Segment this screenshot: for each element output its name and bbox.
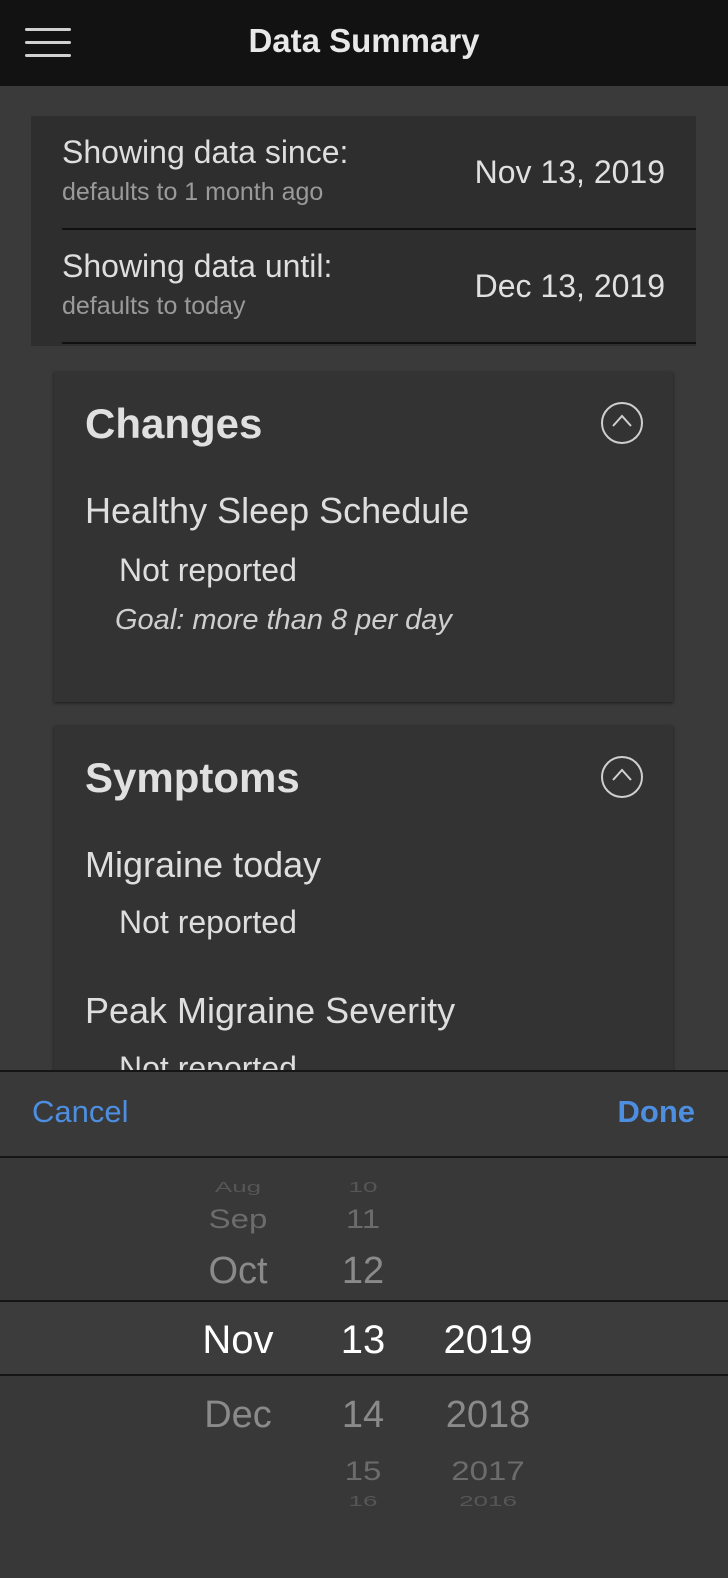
item-name: Peak Migraine Severity — [85, 990, 456, 1031]
year-option[interactable]: 2018 — [428, 1394, 548, 1437]
day-option[interactable]: 16 — [323, 1493, 403, 1510]
cancel-button[interactable]: Cancel — [32, 1094, 129, 1130]
year-option[interactable]: 2016 — [428, 1493, 548, 1510]
symptoms-card: Symptoms Migraine today Not reported Pea… — [54, 726, 673, 1086]
chevron-up-circle-icon[interactable] — [601, 756, 643, 798]
picker-wheels[interactable]: Aug Sep Oct Nov Dec 10 11 12 13 14 15 16… — [0, 1158, 728, 1578]
month-option[interactable]: Sep — [178, 1203, 298, 1234]
day-option[interactable]: 10 — [323, 1179, 403, 1196]
month-option[interactable]: Oct — [178, 1250, 298, 1293]
year-selected[interactable]: 2019 — [428, 1318, 548, 1363]
month-selected[interactable]: Nov — [178, 1318, 298, 1363]
day-selected[interactable]: 13 — [323, 1318, 403, 1363]
picker-toolbar: Cancel Done — [0, 1070, 728, 1158]
row-divider — [62, 342, 696, 344]
day-option[interactable]: 12 — [323, 1250, 403, 1293]
card-title-symptoms: Symptoms — [85, 754, 300, 801]
until-label: Showing data until: — [62, 248, 333, 284]
day-option[interactable]: 11 — [323, 1203, 403, 1234]
done-button[interactable]: Done — [618, 1094, 696, 1130]
item-goal: Goal: more than 8 per day — [115, 604, 452, 636]
date-picker: Cancel Done Aug Sep Oct Nov Dec 10 11 12… — [0, 1070, 728, 1578]
card-title-changes: Changes — [85, 400, 263, 447]
nav-bar: Data Summary — [0, 0, 728, 86]
chevron-up-circle-icon[interactable] — [601, 402, 643, 444]
changes-card: Changes Healthy Sleep Schedule Not repor… — [54, 372, 673, 702]
page-title: Data Summary — [248, 22, 480, 59]
until-date-value[interactable]: Dec 13, 2019 — [475, 268, 665, 305]
day-option[interactable]: 15 — [323, 1455, 403, 1486]
since-date-value[interactable]: Nov 13, 2019 — [475, 154, 665, 191]
year-option[interactable]: 2017 — [428, 1455, 548, 1486]
month-option[interactable]: Dec — [178, 1394, 298, 1437]
until-date-row[interactable]: Showing data until: defaults to today De… — [31, 230, 696, 344]
day-option[interactable]: 14 — [323, 1394, 403, 1437]
since-date-row[interactable]: Showing data since: defaults to 1 month … — [31, 116, 696, 230]
date-range-panel: Showing data since: defaults to 1 month … — [31, 116, 696, 346]
item-name: Migraine today — [85, 844, 322, 885]
month-option[interactable]: Aug — [178, 1179, 298, 1196]
item-status: Not reported — [119, 904, 297, 940]
item-status: Not reported — [119, 552, 297, 588]
until-sublabel: defaults to today — [62, 292, 246, 320]
since-label: Showing data since: — [62, 134, 349, 170]
item-name: Healthy Sleep Schedule — [85, 490, 470, 531]
since-sublabel: defaults to 1 month ago — [62, 178, 324, 206]
